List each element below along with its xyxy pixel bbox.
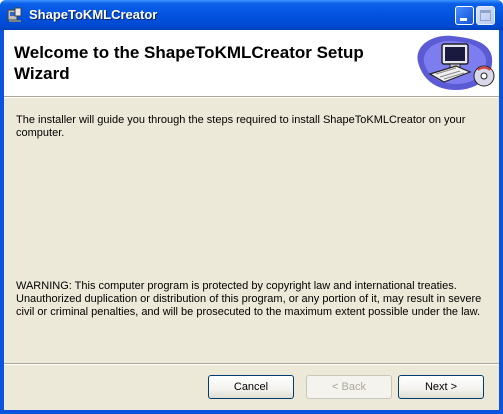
intro-text: The installer will guide you through the…	[16, 114, 466, 139]
window-title: ShapeToKMLCreator	[29, 7, 158, 22]
footer-divider	[4, 363, 499, 365]
cancel-button[interactable]: Cancel	[208, 375, 294, 399]
dialog-client-area: Welcome to the ShapeToKMLCreator Setup W…	[4, 30, 499, 410]
installer-icon[interactable]	[7, 7, 23, 23]
computer-setup-icon	[412, 32, 496, 94]
banner-divider	[4, 96, 499, 98]
copyright-warning: WARNING: This computer program is protec…	[16, 280, 482, 318]
back-button[interactable]: < Back	[306, 375, 392, 399]
title-bar[interactable]: ShapeToKMLCreator	[0, 0, 503, 30]
maximize-button[interactable]	[476, 6, 495, 25]
maximize-icon	[480, 10, 491, 21]
minimize-icon	[460, 18, 467, 21]
wizard-title: Welcome to the ShapeToKMLCreator Setup W…	[14, 43, 364, 83]
next-button[interactable]: Next >	[398, 375, 484, 399]
installer-window: ShapeToKMLCreator Welcome to the ShapeTo…	[0, 0, 503, 414]
minimize-button[interactable]	[455, 6, 474, 25]
wizard-banner: Welcome to the ShapeToKMLCreator Setup W…	[4, 30, 499, 96]
